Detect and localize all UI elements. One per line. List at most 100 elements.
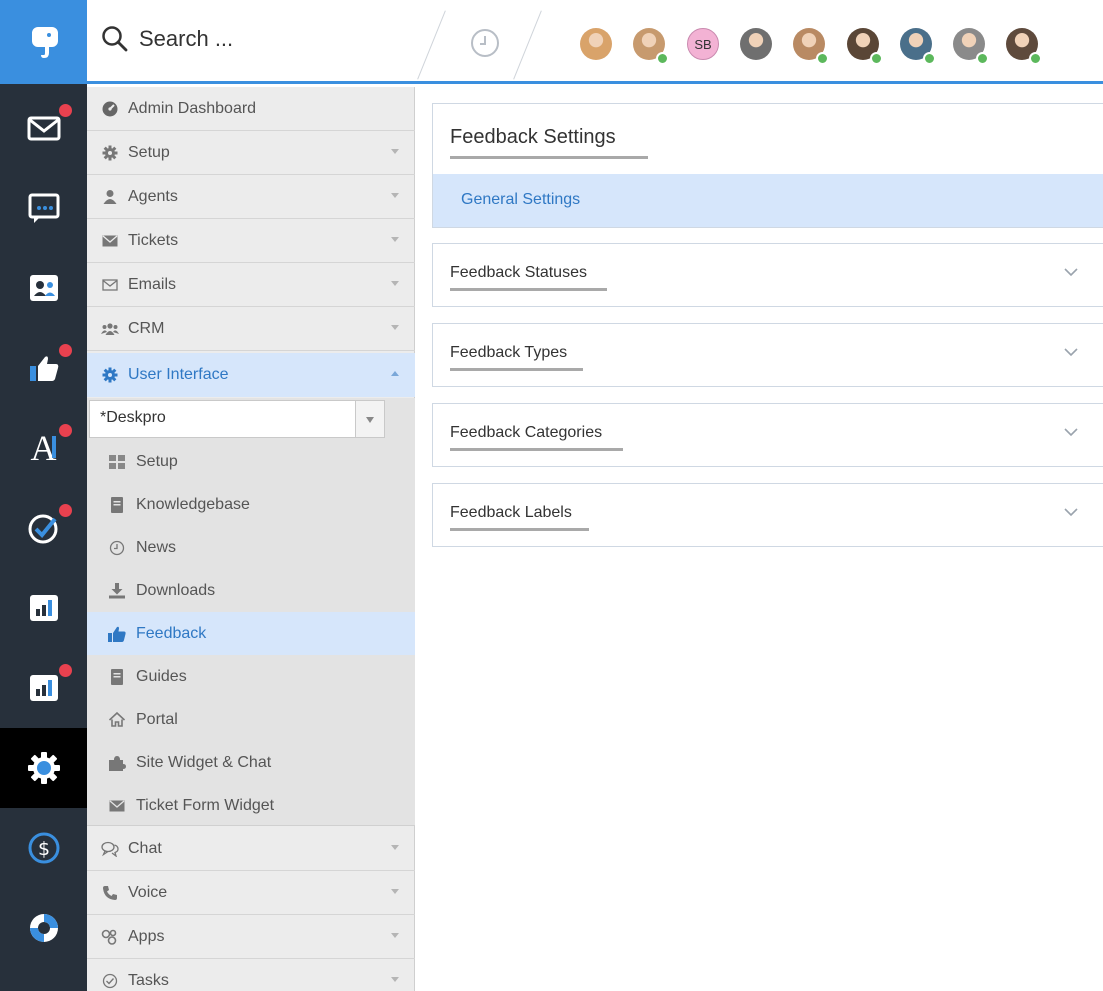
avatar[interactable] <box>633 28 669 65</box>
rail-tasks[interactable] <box>0 488 87 568</box>
rail-reports[interactable] <box>0 568 87 648</box>
subnav-downloads[interactable]: Downloads <box>87 569 415 612</box>
rail-publish[interactable]: A <box>0 408 87 488</box>
search-label: Search ... <box>139 26 234 51</box>
admin-nav: Admin Dashboard Setup Agents Tickets Ema… <box>87 87 415 991</box>
subnav-portal[interactable]: Portal <box>87 698 415 741</box>
chevron-down-icon[interactable] <box>1064 505 1078 519</box>
divider <box>417 10 446 80</box>
section-feedback-categories[interactable]: Feedback Categories <box>432 403 1103 467</box>
section-label: Feedback Labels <box>450 504 572 521</box>
main-content: Feedback Settings General Settings Feedb… <box>416 87 1103 991</box>
brand-select[interactable]: *Deskpro <box>89 400 385 438</box>
chevron-down-icon[interactable] <box>1064 425 1078 439</box>
subnav-label: Ticket Form Widget <box>136 796 275 814</box>
nav-label: Apps <box>128 927 165 945</box>
chat-icon <box>28 193 59 223</box>
section-label: Feedback Statuses <box>450 264 587 281</box>
chevron-down-icon[interactable] <box>1064 265 1078 279</box>
lifebuoy-icon <box>29 914 58 942</box>
avatar[interactable] <box>847 28 883 65</box>
nav-agents[interactable]: Agents <box>87 175 415 219</box>
gear-icon <box>101 145 119 161</box>
chevron-down-icon <box>391 933 399 938</box>
section-feedback-labels[interactable]: Feedback Labels <box>432 483 1103 547</box>
rail-tickets[interactable] <box>0 88 87 168</box>
rail-crm[interactable] <box>0 248 87 328</box>
chevron-down-icon[interactable] <box>355 401 384 437</box>
nav-crm[interactable]: CRM <box>87 307 415 351</box>
rail-reports-2[interactable] <box>0 648 87 728</box>
chat-outline-icon <box>101 841 119 857</box>
chevron-down-icon <box>391 193 399 198</box>
online-status-indicator <box>816 52 829 65</box>
nav-user-interface[interactable]: User Interface <box>87 353 415 397</box>
section-feedback-statuses[interactable]: Feedback Statuses <box>432 243 1103 307</box>
check-icon <box>28 514 57 544</box>
history-button[interactable] <box>469 27 501 59</box>
nav-apps[interactable]: Apps <box>87 915 415 959</box>
section-feedback-types[interactable]: Feedback Types <box>432 323 1103 387</box>
tab-general-settings[interactable]: General Settings <box>461 191 580 209</box>
avatar[interactable]: SB <box>687 28 719 60</box>
dollar-icon: $ <box>28 832 59 864</box>
subnav-label: Feedback <box>136 624 207 642</box>
avatar-image <box>740 28 772 60</box>
search-box[interactable]: Search ... <box>101 25 233 53</box>
subnav-label: Guides <box>136 667 187 685</box>
avatar[interactable] <box>740 28 772 60</box>
chevron-down-icon <box>391 237 399 242</box>
section-underline <box>450 368 583 371</box>
nav-label: Emails <box>128 275 177 293</box>
nav-admin-dashboard[interactable]: Admin Dashboard <box>87 87 415 131</box>
nav-chat[interactable]: Chat <box>87 827 415 871</box>
section-underline <box>450 528 589 531</box>
avatar[interactable] <box>953 28 989 65</box>
rail-chat[interactable] <box>0 168 87 248</box>
subnav-guides[interactable]: Guides <box>87 655 415 698</box>
home-icon <box>108 712 126 728</box>
chevron-down-icon <box>391 889 399 894</box>
chevron-down-icon[interactable] <box>1064 345 1078 359</box>
deskpro-logo[interactable] <box>0 0 87 84</box>
nav-tickets[interactable]: Tickets <box>87 219 415 263</box>
avatar-image <box>580 28 612 60</box>
subnav-site-widget-chat[interactable]: Site Widget & Chat <box>87 741 415 784</box>
rail-feedback[interactable] <box>0 328 87 408</box>
rail-admin[interactable] <box>0 728 95 808</box>
nav-tasks[interactable]: Tasks <box>87 959 415 991</box>
section-label: Feedback Types <box>450 344 568 361</box>
subnav-label: Knowledgebase <box>136 495 250 513</box>
avatar[interactable] <box>900 28 936 65</box>
subnav-label: Site Widget & Chat <box>136 753 272 771</box>
nav-label: Voice <box>128 883 168 901</box>
divider <box>513 10 542 80</box>
avatar[interactable] <box>793 28 829 65</box>
apps-icon <box>101 929 119 945</box>
avatar[interactable] <box>580 28 612 60</box>
online-status-indicator <box>923 52 936 65</box>
notification-badge <box>57 342 74 359</box>
nav-setup[interactable]: Setup <box>87 131 415 175</box>
subnav-setup[interactable]: Setup <box>87 440 415 483</box>
user-interface-submenu: *Deskpro Setup Knowledgebase News Downlo… <box>87 398 415 826</box>
rail-billing[interactable]: $ <box>0 808 87 888</box>
notification-badge <box>57 422 74 439</box>
nav-voice[interactable]: Voice <box>87 871 415 915</box>
publish-icon-bar <box>52 436 56 458</box>
rail-help[interactable] <box>0 888 87 968</box>
subnav-ticket-form-widget[interactable]: Ticket Form Widget <box>87 784 415 827</box>
download-icon <box>108 582 126 599</box>
online-status-indicator <box>1029 52 1042 65</box>
chevron-down-icon <box>391 149 399 154</box>
subnav-knowledgebase[interactable]: Knowledgebase <box>87 483 415 526</box>
chevron-up-icon <box>391 371 399 376</box>
users-icon <box>101 321 119 337</box>
feedback-settings-panel: Feedback Settings General Settings <box>432 103 1103 228</box>
subnav-feedback[interactable]: Feedback <box>87 612 415 655</box>
chevron-down-icon <box>391 281 399 286</box>
avatar[interactable] <box>1006 28 1042 65</box>
clock-icon <box>471 29 499 57</box>
nav-emails[interactable]: Emails <box>87 263 415 307</box>
subnav-news[interactable]: News <box>87 526 415 569</box>
